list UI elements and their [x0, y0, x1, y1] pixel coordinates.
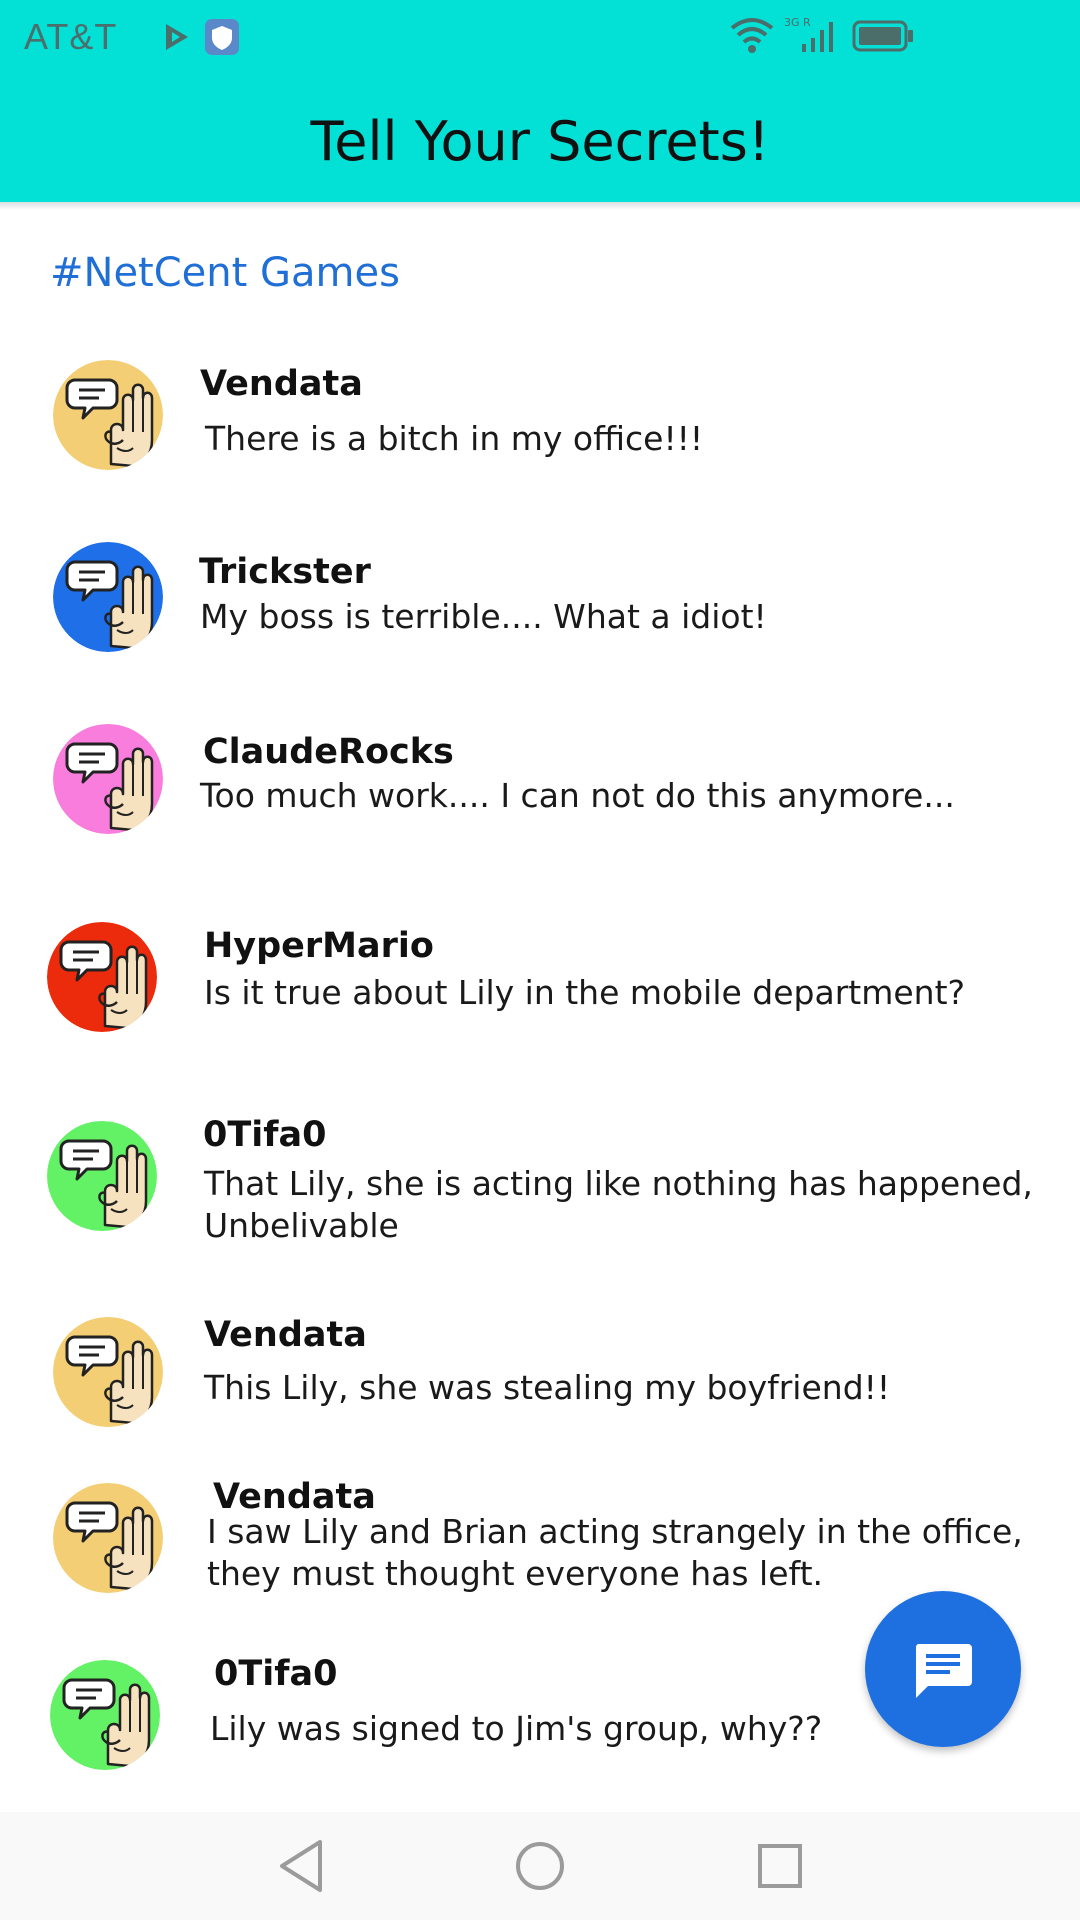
home-icon[interactable]	[514, 1840, 566, 1892]
post-author: HyperMario	[204, 926, 434, 966]
network-type-label: 3G R	[784, 16, 811, 29]
avatar	[53, 542, 163, 652]
raised-hand-speech-icon	[53, 360, 163, 470]
raised-hand-speech-icon	[53, 724, 163, 834]
battery-icon	[852, 20, 913, 52]
avatar	[47, 1121, 157, 1231]
post-author: Trickster	[199, 552, 371, 592]
compose-button[interactable]	[865, 1591, 1021, 1747]
status-bar: AT&T 3G R	[0, 0, 1080, 74]
post-message: My boss is terrible.... What a idiot!	[200, 597, 767, 636]
post-item[interactable]: 0Tifa0 That Lily, she is acting like not…	[0, 1115, 1080, 1265]
app-title: Tell Your Secrets!	[310, 110, 770, 173]
post-author: Vendata	[204, 1315, 367, 1355]
avatar	[47, 922, 157, 1032]
post-message: There is a bitch in my office!!!	[205, 419, 704, 458]
post-message: Is it true about Lily in the mobile depa…	[204, 973, 966, 1012]
raised-hand-speech-icon	[53, 1483, 163, 1593]
raised-hand-speech-icon	[47, 922, 157, 1032]
app-header: AT&T 3G R Tell Your Secrets!	[0, 0, 1080, 202]
recents-icon[interactable]	[756, 1842, 804, 1890]
wifi-icon	[730, 18, 774, 53]
avatar	[53, 360, 163, 470]
post-author: 0Tifa0	[214, 1654, 338, 1694]
raised-hand-speech-icon	[53, 1317, 163, 1427]
post-item[interactable]: ClaudeRocks Too much work.... I can not …	[0, 718, 1080, 858]
carrier-label: AT&T	[24, 16, 118, 57]
system-nav-bar	[0, 1812, 1080, 1920]
post-item[interactable]: Trickster My boss is terrible.... What a…	[0, 536, 1080, 676]
raised-hand-speech-icon	[53, 542, 163, 652]
post-author: Vendata	[200, 364, 363, 404]
raised-hand-speech-icon	[50, 1660, 160, 1770]
post-item[interactable]: Vendata This Lily, she was stealing my b…	[0, 1311, 1080, 1451]
header-shadow	[0, 202, 1080, 210]
notification-icon	[166, 24, 188, 50]
post-message: That Lily, she is acting like nothing ha…	[204, 1164, 1033, 1245]
raised-hand-speech-icon	[47, 1121, 157, 1231]
channel-link[interactable]: #NetCent Games	[50, 250, 400, 296]
back-icon[interactable]	[276, 1838, 326, 1894]
post-message: I saw Lily and Brian acting strangely in…	[207, 1512, 1023, 1593]
post-message: This Lily, she was stealing my boyfriend…	[204, 1368, 891, 1407]
post-author: 0Tifa0	[203, 1115, 327, 1155]
post-item[interactable]: HyperMario Is it true about Lily in the …	[0, 916, 1080, 1056]
avatar	[53, 1317, 163, 1427]
post-message: Too much work.... I can not do this anym…	[200, 776, 955, 815]
post-item[interactable]: Vendata There is a bitch in my office!!!	[0, 354, 1080, 494]
avatar	[53, 1483, 163, 1593]
post-author: ClaudeRocks	[203, 732, 454, 772]
avatar	[53, 724, 163, 834]
avatar	[50, 1660, 160, 1770]
message-icon	[915, 1644, 972, 1698]
shield-icon	[205, 19, 239, 55]
signal-icon: 3G R	[784, 16, 833, 52]
